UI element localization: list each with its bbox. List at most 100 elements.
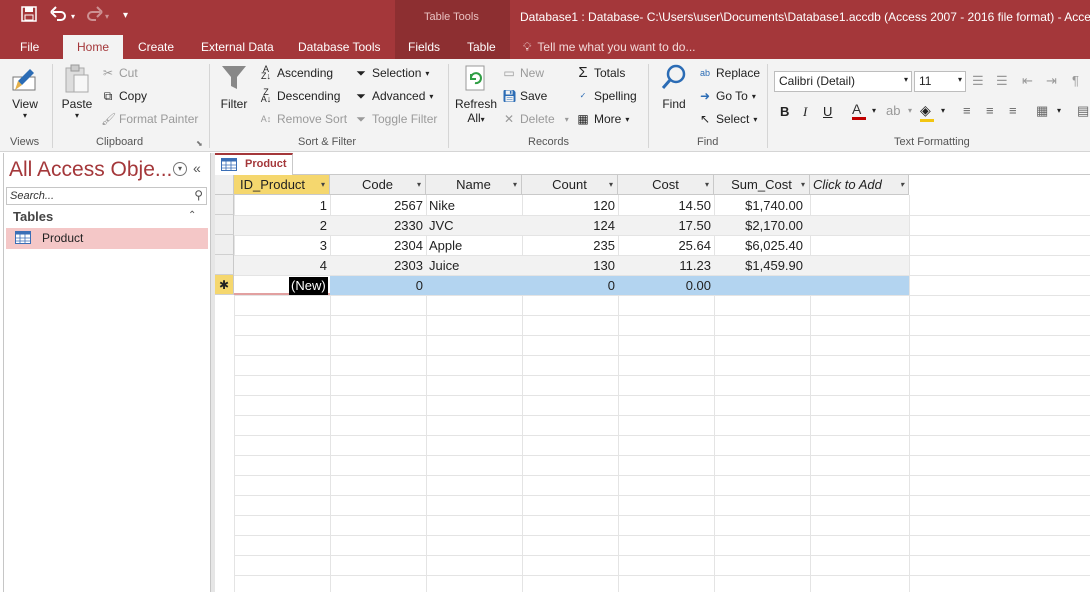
format-painter-button[interactable]: 🖌︎ Format Painter bbox=[101, 112, 198, 126]
table-cell[interactable]: JVC bbox=[426, 216, 522, 236]
refresh-all-button[interactable]: Refresh All▾ bbox=[455, 63, 497, 125]
column-header-id-product[interactable]: ID_Product ▾ bbox=[234, 175, 330, 195]
table-cell[interactable]: 25.64 bbox=[618, 236, 714, 256]
tab-file[interactable]: File bbox=[20, 40, 39, 54]
tab-database-tools[interactable]: Database Tools bbox=[298, 40, 381, 54]
document-tab-product[interactable]: Product bbox=[215, 153, 293, 175]
table-cell[interactable]: Nike bbox=[426, 196, 522, 216]
filter-button[interactable]: Filter bbox=[217, 63, 251, 111]
column-dropdown-icon[interactable]: ▾ bbox=[801, 175, 805, 194]
numbering-icon[interactable]: ☰ bbox=[996, 73, 1008, 89]
table-cell[interactable]: $2,170.00 bbox=[714, 216, 806, 236]
column-header-click-to-add[interactable]: Click to Add ▾ bbox=[810, 175, 909, 195]
table-cell[interactable]: $6,025.40 bbox=[714, 236, 806, 256]
column-header-cost[interactable]: Cost ▾ bbox=[618, 175, 714, 195]
row-selector[interactable] bbox=[215, 195, 234, 215]
highlight-icon[interactable]: ab bbox=[886, 103, 900, 118]
tell-me-box[interactable]: 💡︎ Tell me what you want to do... bbox=[523, 40, 696, 55]
row-selector[interactable] bbox=[215, 235, 234, 255]
save-record-button[interactable]: 💾︎ Save bbox=[502, 89, 547, 103]
save-icon[interactable] bbox=[21, 6, 37, 25]
redo-dropdown-icon[interactable]: ▾ bbox=[105, 12, 109, 21]
table-cell[interactable]: $1,459.90 bbox=[714, 256, 806, 276]
tab-external-data[interactable]: External Data bbox=[201, 40, 274, 54]
select-button[interactable]: ↖ Select ▾ bbox=[698, 112, 757, 126]
clipboard-launcher-icon[interactable]: ⬊ bbox=[196, 139, 203, 148]
new-record-button[interactable]: ▭ New bbox=[502, 66, 544, 80]
delete-record-button[interactable]: ✕ Delete ▾ bbox=[502, 112, 569, 126]
column-header-sum-cost[interactable]: Sum_Cost ▾ bbox=[714, 175, 810, 195]
tab-table[interactable]: Table bbox=[467, 40, 496, 54]
nav-section-tables[interactable]: Tables bbox=[13, 209, 53, 224]
table-cell[interactable]: 11.23 bbox=[618, 256, 714, 276]
nav-menu-dropdown-icon[interactable]: ▾ bbox=[173, 162, 187, 176]
fill-color-icon[interactable]: ◈ bbox=[920, 102, 934, 122]
gridlines-icon[interactable]: ▦ bbox=[1036, 103, 1048, 119]
cut-button[interactable]: ✂ Cut bbox=[101, 66, 138, 80]
remove-sort-button[interactable]: A↕ Remove Sort bbox=[259, 112, 347, 126]
column-dropdown-icon[interactable]: ▾ bbox=[321, 175, 325, 194]
table-cell[interactable]: 130 bbox=[522, 256, 618, 276]
table-cell[interactable]: 2567 bbox=[330, 196, 426, 216]
spelling-button[interactable]: ✓ Spelling bbox=[576, 89, 637, 103]
align-right-icon[interactable]: ≡ bbox=[1009, 103, 1017, 118]
find-button[interactable]: Find bbox=[657, 63, 691, 111]
paste-button[interactable]: Paste ▾ bbox=[60, 63, 94, 120]
bullets-icon[interactable]: ☰ bbox=[972, 73, 984, 89]
undo-icon[interactable] bbox=[50, 6, 68, 25]
totals-button[interactable]: Σ Totals bbox=[576, 65, 625, 80]
column-dropdown-icon[interactable]: ▾ bbox=[900, 175, 904, 194]
table-cell[interactable]: 4 bbox=[234, 256, 330, 276]
column-header-code[interactable]: Code ▾ bbox=[330, 175, 426, 195]
table-cell[interactable]: 120 bbox=[522, 196, 618, 216]
table-cell[interactable]: 124 bbox=[522, 216, 618, 236]
table-cell[interactable]: 2 bbox=[234, 216, 330, 236]
table-cell[interactable]: 2304 bbox=[330, 236, 426, 256]
column-header-count[interactable]: Count ▾ bbox=[522, 175, 618, 195]
row-selector[interactable] bbox=[215, 255, 234, 275]
copy-button[interactable]: ⧉ Copy bbox=[101, 89, 147, 103]
table-cell[interactable]: 2303 bbox=[330, 256, 426, 276]
font-color-dropdown-icon[interactable]: ▾ bbox=[872, 106, 876, 115]
table-cell[interactable]: 235 bbox=[522, 236, 618, 256]
column-dropdown-icon[interactable]: ▾ bbox=[705, 175, 709, 194]
align-center-icon[interactable]: ≡ bbox=[986, 103, 994, 118]
table-cell[interactable]: 2330 bbox=[330, 216, 426, 236]
column-header-name[interactable]: Name ▾ bbox=[426, 175, 522, 195]
nav-pane-title[interactable]: All Access Obje... bbox=[9, 158, 172, 182]
customize-qat-icon[interactable]: ▾ bbox=[123, 10, 128, 21]
redo-icon[interactable] bbox=[85, 6, 103, 25]
selection-button[interactable]: ⏷ Selection ▾ bbox=[354, 66, 429, 80]
nav-search-input[interactable]: Search... ⚲ bbox=[6, 187, 207, 205]
alternate-row-color-icon[interactable]: ▤ bbox=[1077, 103, 1089, 119]
table-cell[interactable] bbox=[426, 276, 522, 296]
select-all-corner[interactable] bbox=[215, 175, 234, 195]
highlight-dropdown-icon[interactable]: ▾ bbox=[908, 106, 912, 115]
bold-button[interactable]: B bbox=[780, 104, 789, 119]
font-name-select[interactable]: Calibri (Detail) ▾ bbox=[774, 71, 912, 92]
column-dropdown-icon[interactable]: ▾ bbox=[417, 175, 421, 194]
goto-button[interactable]: ➜ Go To ▾ bbox=[698, 89, 756, 103]
undo-dropdown-icon[interactable]: ▾ bbox=[71, 12, 75, 21]
font-color-icon[interactable]: A bbox=[852, 101, 866, 120]
table-cell[interactable]: 0 bbox=[522, 276, 618, 296]
table-cell[interactable]: 14.50 bbox=[618, 196, 714, 216]
gridlines-dropdown-icon[interactable]: ▾ bbox=[1057, 106, 1061, 115]
table-cell[interactable]: $1,740.00 bbox=[714, 196, 806, 216]
table-cell[interactable] bbox=[714, 276, 810, 296]
replace-button[interactable]: ab Replace bbox=[698, 66, 760, 80]
advanced-button[interactable]: ⏷ Advanced ▾ bbox=[354, 89, 433, 103]
column-dropdown-icon[interactable]: ▾ bbox=[609, 175, 613, 194]
table-cell[interactable]: 17.50 bbox=[618, 216, 714, 236]
increase-indent-icon[interactable]: ⇥ bbox=[1046, 73, 1057, 89]
fill-color-dropdown-icon[interactable]: ▾ bbox=[941, 106, 945, 115]
tab-create[interactable]: Create bbox=[138, 40, 174, 54]
tab-home[interactable]: Home bbox=[63, 35, 124, 59]
table-cell[interactable]: 0 bbox=[330, 276, 426, 296]
row-selector[interactable] bbox=[215, 215, 234, 235]
italic-button[interactable]: I bbox=[803, 104, 807, 120]
table-cell[interactable]: 0.00 bbox=[618, 276, 714, 296]
ascending-button[interactable]: A Z↓ Ascending bbox=[259, 65, 333, 81]
table-cell[interactable]: 3 bbox=[234, 236, 330, 256]
table-cell[interactable]: Apple bbox=[426, 236, 522, 256]
